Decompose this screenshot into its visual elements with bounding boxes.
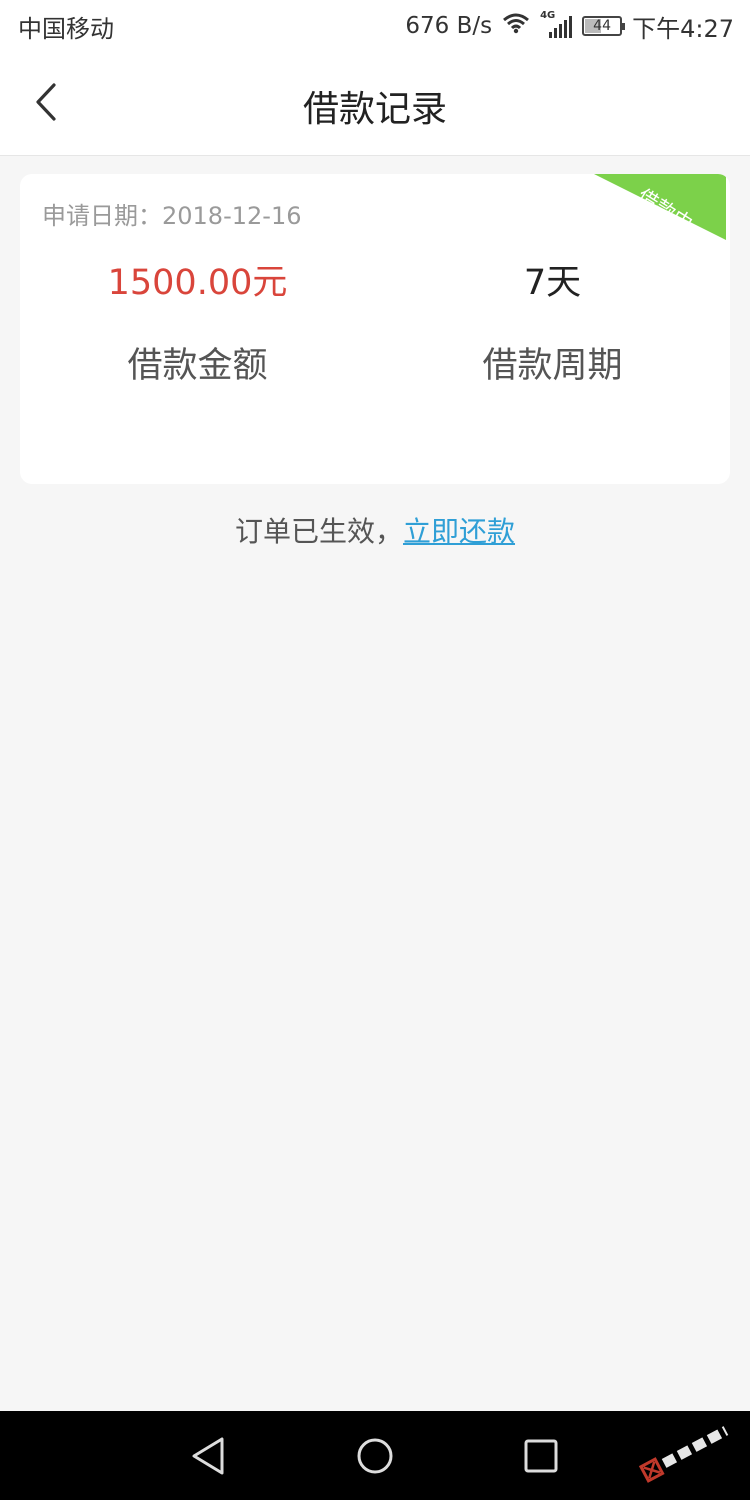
status-badge: 借款中 — [594, 174, 726, 240]
order-status-text: 订单已生效， — [234, 515, 403, 548]
loan-amount-block: 1500.00元 借款金额 — [20, 254, 375, 388]
apply-date: 申请日期：2018-12-16 — [42, 196, 301, 231]
status-bar: 中国移动 676 B/s 4G 44 下午4:27 — [0, 0, 750, 52]
loan-period-block: 7天 借款周期 — [375, 254, 730, 388]
page-title: 借款记录 — [302, 89, 447, 130]
net-speed: 676 B/s — [405, 13, 493, 39]
loan-period-value: 7天 — [523, 263, 582, 303]
order-status-hint: 订单已生效，立即还款 — [0, 510, 750, 550]
apply-date-value: 2018-12-16 — [162, 202, 302, 230]
triangle-back-icon — [192, 1437, 224, 1475]
battery-icon: 44 — [582, 16, 626, 36]
apply-date-label: 申请日期： — [42, 202, 162, 230]
system-navigation-bar — [0, 1411, 750, 1500]
system-recent-apps-button[interactable] — [518, 1433, 564, 1479]
top-nav-bar: 借款记录 — [0, 52, 750, 156]
clock: 下午4:27 — [632, 14, 734, 43]
loan-amount-label: 借款金额 — [127, 346, 268, 386]
system-home-button[interactable] — [352, 1433, 398, 1479]
circle-home-icon — [357, 1438, 393, 1474]
carrier-name: 中国移动 — [18, 14, 114, 43]
loan-record-card[interactable]: 申请日期：2018-12-16 借款中 1500.00元 借款金额 7天 借款周… — [20, 174, 730, 484]
system-back-button[interactable] — [186, 1433, 232, 1479]
battery-level: 44 — [593, 18, 611, 34]
square-recent-icon — [524, 1439, 558, 1473]
watermark-logo — [634, 1419, 744, 1495]
loan-period-label: 借款周期 — [482, 346, 623, 386]
wifi-icon — [502, 12, 530, 40]
status-icons: 676 B/s 4G 44 下午4:27 — [405, 9, 734, 44]
cellular-signal-icon: 4G — [540, 10, 573, 38]
loan-amount-value: 1500.00元 — [107, 263, 288, 303]
repay-now-link[interactable]: 立即还款 — [403, 515, 515, 548]
